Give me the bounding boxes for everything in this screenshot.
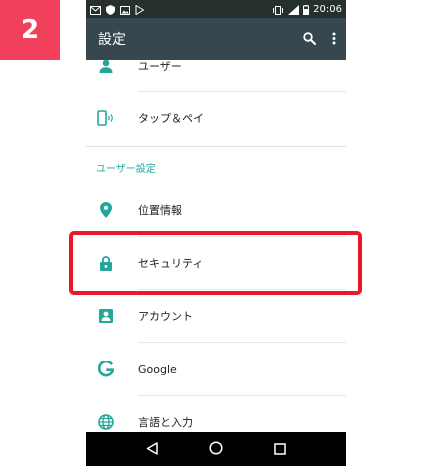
recents-icon[interactable] [274,440,287,459]
settings-item-language[interactable]: 言語と入力 [86,396,346,432]
settings-item-tap-pay[interactable]: タップ＆ペイ [86,92,346,144]
section-divider [86,146,346,147]
more-vert-icon[interactable] [332,30,336,49]
status-bar-time: 20:06 [313,3,342,15]
navigation-bar [86,432,346,466]
status-bar-system: 20:06 [272,0,342,19]
location-icon [96,200,116,220]
toolbar-actions [303,30,336,49]
battery-icon [303,0,310,19]
step-number: 2 [20,15,40,45]
signal-icon [288,0,300,19]
globe-icon [96,412,116,432]
mail-icon [90,0,101,19]
account-box-icon [96,306,116,326]
app-toolbar: 設定 [86,18,346,60]
settings-item-label: ユーザー [138,60,182,73]
highlight-frame [69,231,362,295]
vibrate-icon [272,0,284,19]
status-bar: 20:06 [86,0,346,18]
toolbar-title: 設定 [98,32,126,48]
person-icon [96,60,116,76]
section-header-user-settings: ユーザー設定 [96,164,156,175]
google-icon [96,359,116,379]
settings-item-user[interactable]: ユーザー [86,60,346,92]
home-icon[interactable] [209,440,223,459]
back-icon[interactable] [146,440,158,459]
image-icon [120,0,130,19]
tap-pay-icon [96,108,116,128]
settings-item-label: 言語と入力 [138,416,193,429]
settings-item-label: 位置情報 [138,204,182,217]
settings-item-account[interactable]: アカウント [86,290,346,342]
status-bar-notifications [90,0,145,19]
settings-item-label: アカウント [138,310,193,323]
play-icon [135,0,145,19]
shield-icon [106,0,115,19]
settings-item-label: タップ＆ペイ [138,112,204,125]
step-number-badge: 2 [0,0,60,60]
settings-item-location[interactable]: 位置情報 [86,184,346,236]
search-icon[interactable] [303,30,316,49]
settings-item-label: Google [138,362,177,376]
settings-item-google[interactable]: Google [86,343,346,395]
